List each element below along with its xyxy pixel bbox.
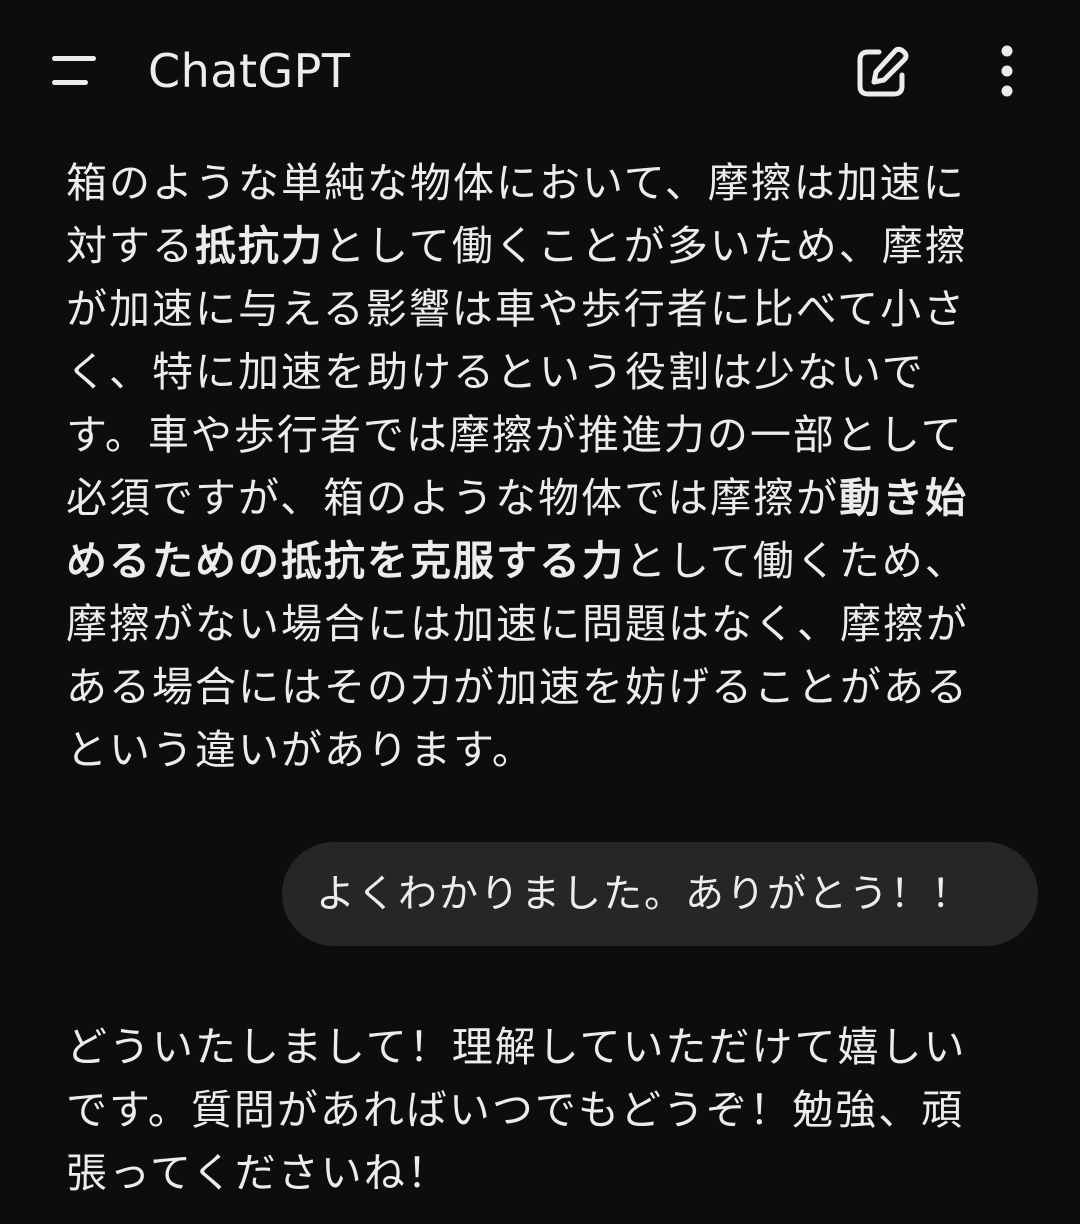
chat-app: ChatGPT 箱のような単純な物体において、摩擦は加速に対する抵抗力として働く… bbox=[0, 0, 1080, 1224]
new-chat-button[interactable] bbox=[852, 44, 910, 102]
bold-text: 抵抗力 bbox=[195, 222, 324, 270]
more-vertical-icon bbox=[1001, 45, 1013, 97]
more-options-button[interactable] bbox=[990, 44, 1024, 102]
assistant-message: どういたしまして！理解していただけて嬉しいです。質問があればいつでもどうぞ！勉強… bbox=[66, 1023, 967, 1197]
menu-button[interactable] bbox=[48, 52, 102, 90]
top-bar: ChatGPT bbox=[0, 0, 1080, 140]
user-message-text: よくわかりました。ありがとう！！ bbox=[316, 872, 973, 917]
hamburger-menu-icon bbox=[52, 56, 96, 85]
app-title: ChatGPT bbox=[148, 44, 351, 98]
assistant-message: 箱のような単純な物体において、摩擦は加速に対する抵抗力として働くことが多いため、… bbox=[66, 152, 986, 782]
new-chat-edit-icon bbox=[857, 46, 909, 97]
